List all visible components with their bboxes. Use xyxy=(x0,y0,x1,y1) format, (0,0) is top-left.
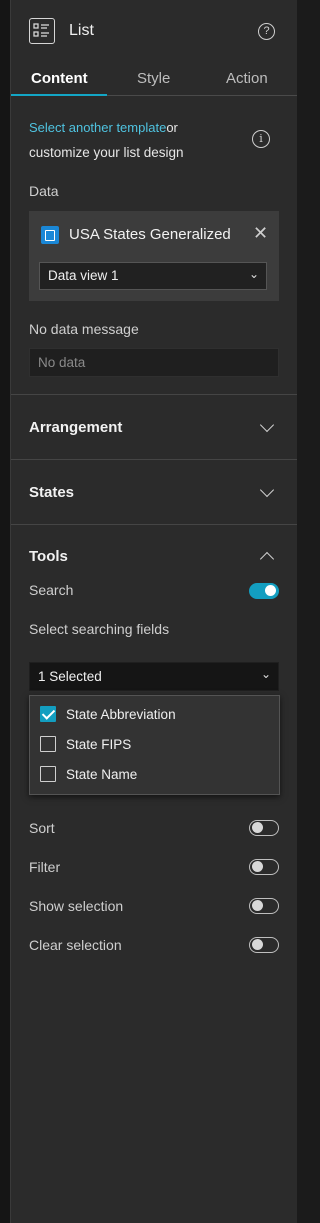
search-fields-select[interactable]: 1 Selected ⌄ xyxy=(29,662,279,691)
sort-toggle[interactable] xyxy=(249,820,279,836)
no-data-label: No data message xyxy=(29,321,139,337)
field-option-state-fips[interactable]: State FIPS xyxy=(30,730,279,760)
filter-toggle[interactable] xyxy=(249,859,279,875)
tab-content[interactable]: Content xyxy=(31,70,88,87)
list-settings-panel: List ? Content Style Action Select anoth… xyxy=(11,0,297,1223)
toggle-knob xyxy=(252,939,263,950)
select-fields-label: Select searching fields xyxy=(29,621,170,637)
help-icon[interactable]: ? xyxy=(258,23,275,40)
section-states[interactable]: States xyxy=(29,484,74,501)
panel-title: List xyxy=(69,22,94,39)
info-icon[interactable]: i xyxy=(252,130,270,148)
toggle-knob xyxy=(252,822,263,833)
no-data-placeholder: No data xyxy=(38,355,86,370)
checkbox-checked[interactable] xyxy=(40,706,56,722)
field-option-state-abbreviation[interactable]: State Abbreviation xyxy=(30,700,279,730)
chevron-down-icon[interactable] xyxy=(259,482,275,498)
no-data-input[interactable]: No data xyxy=(29,348,279,377)
data-source-card: USA States Generalized ✕ Data view 1 ⌄ xyxy=(29,211,279,301)
chevron-down-icon: ⌄ xyxy=(260,667,271,681)
search-toggle[interactable] xyxy=(249,583,279,599)
checkbox[interactable] xyxy=(40,736,56,752)
select-template-link[interactable]: Select another template xyxy=(29,120,166,135)
template-text: Select another templateor xyxy=(29,120,178,135)
divider xyxy=(11,459,297,460)
data-view-select[interactable]: Data view 1 ⌄ xyxy=(39,262,267,290)
feature-layer-icon xyxy=(41,226,59,244)
toggle-knob xyxy=(265,585,276,596)
fields-selected-value: 1 Selected xyxy=(38,669,102,684)
clear-selection-label: Clear selection xyxy=(29,937,122,953)
tab-action[interactable]: Action xyxy=(226,70,268,87)
divider xyxy=(11,524,297,525)
tab-bar: Content Style Action xyxy=(11,62,297,96)
field-option-state-name[interactable]: State Name xyxy=(30,760,279,790)
field-option-label: State FIPS xyxy=(66,737,132,752)
template-or-text: or xyxy=(166,120,178,135)
chevron-up-icon[interactable] xyxy=(259,551,275,567)
layer-name: USA States Generalized xyxy=(69,226,231,243)
list-widget-icon xyxy=(29,18,55,44)
sort-label: Sort xyxy=(29,820,55,836)
field-option-label: State Name xyxy=(66,767,138,782)
section-arrangement[interactable]: Arrangement xyxy=(29,419,122,436)
chevron-down-icon: ⌄ xyxy=(248,267,259,281)
field-option-label: State Abbreviation xyxy=(66,707,176,722)
data-view-value: Data view 1 xyxy=(48,268,119,283)
toggle-knob xyxy=(252,900,263,911)
checkbox[interactable] xyxy=(40,766,56,782)
panel-header: List ? xyxy=(11,0,297,62)
section-tools[interactable]: Tools xyxy=(29,548,68,565)
clear-selection-toggle[interactable] xyxy=(249,937,279,953)
divider xyxy=(11,394,297,395)
left-rail xyxy=(0,0,11,1223)
show-selection-toggle[interactable] xyxy=(249,898,279,914)
customize-text: customize your list design xyxy=(29,145,184,160)
active-tab-indicator xyxy=(11,94,107,96)
filter-label: Filter xyxy=(29,859,61,875)
chevron-down-icon[interactable] xyxy=(259,417,275,433)
toggle-knob xyxy=(252,861,263,872)
search-label: Search xyxy=(29,582,74,598)
remove-data-icon[interactable]: ✕ xyxy=(253,223,268,244)
data-label: Data xyxy=(29,183,59,199)
show-selection-label: Show selection xyxy=(29,898,124,914)
search-fields-dropdown: State Abbreviation State FIPS State Name xyxy=(29,695,280,795)
tab-style[interactable]: Style xyxy=(137,70,170,87)
